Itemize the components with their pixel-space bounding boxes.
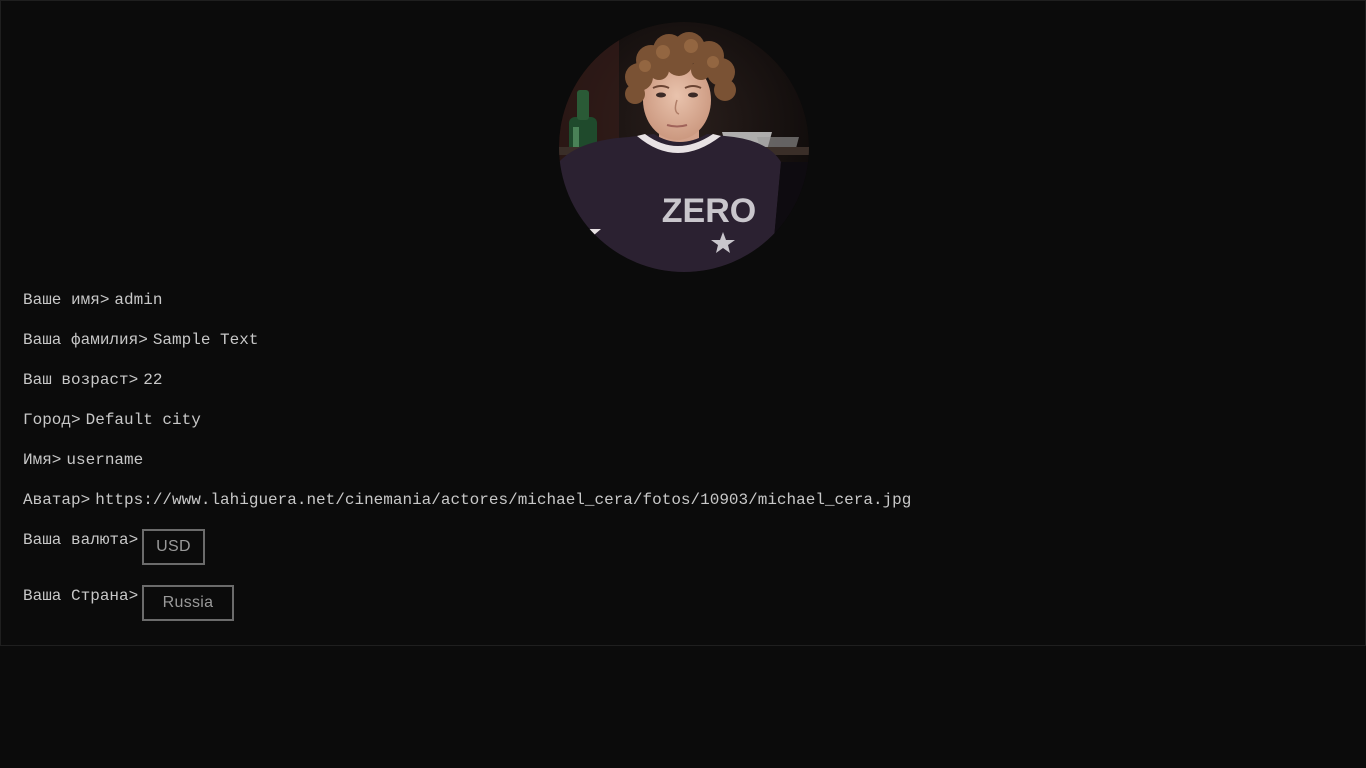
age-value[interactable]: 22	[143, 371, 162, 389]
username-value[interactable]: username	[66, 451, 143, 469]
avatar-url-label: Аватар>	[23, 491, 91, 509]
last-name-row: Ваша фамилия> Sample Text	[23, 330, 258, 350]
username-label: Имя>	[23, 451, 62, 469]
age-label: Ваш возраст>	[23, 371, 139, 389]
profile-panel: ZERO Ваше имя> admin Ваша фамилия> Sampl…	[0, 0, 1366, 646]
avatar-image: ZERO	[559, 22, 809, 272]
avatar-shirt-text: ZERO	[662, 192, 756, 230]
avatar: ZERO	[559, 22, 809, 272]
first-name-value[interactable]: admin	[114, 291, 162, 309]
country-label: Ваша Страна>	[23, 587, 139, 605]
city-value[interactable]: Default city	[86, 411, 201, 429]
avatar-url-row: Аватар> https://www.lahiguera.net/cineman…	[23, 490, 911, 510]
city-label: Город>	[23, 411, 81, 429]
first-name-label: Ваше имя>	[23, 291, 110, 309]
last-name-label: Ваша фамилия>	[23, 331, 148, 349]
first-name-row: Ваше имя> admin	[23, 290, 162, 310]
avatar-url-value[interactable]: https://www.lahiguera.net/cinemania/acto…	[95, 491, 911, 509]
currency-row: Ваша валюта>	[23, 530, 138, 550]
city-row: Город> Default city	[23, 410, 201, 430]
age-row: Ваш возраст> 22	[23, 370, 162, 390]
country-select[interactable]: Russia	[142, 585, 234, 621]
country-row: Ваша Страна>	[23, 586, 138, 606]
currency-label: Ваша валюта>	[23, 531, 139, 549]
last-name-value[interactable]: Sample Text	[153, 331, 259, 349]
username-row: Имя> username	[23, 450, 143, 470]
currency-select[interactable]: USD	[142, 529, 205, 565]
